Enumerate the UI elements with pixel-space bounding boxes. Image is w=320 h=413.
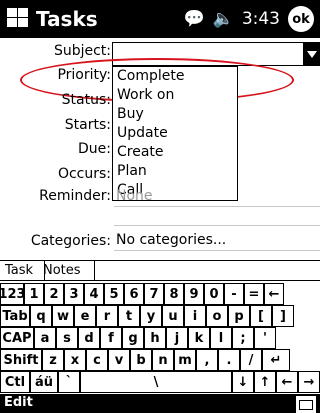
starts-label: Starts: <box>64 117 111 133</box>
key-,[interactable]: , <box>196 349 218 371</box>
key--[interactable]: - <box>224 283 244 305</box>
key-e[interactable]: e <box>74 305 96 327</box>
categories-divider <box>114 250 320 251</box>
edit-menu[interactable]: Edit <box>4 395 33 410</box>
subject-dropdown-button[interactable] <box>303 42 320 66</box>
key-y[interactable]: y <box>140 305 162 327</box>
key-r[interactable]: r <box>96 305 118 327</box>
key-`[interactable]: ` <box>58 371 80 393</box>
key-9[interactable]: 9 <box>184 283 204 305</box>
key-5[interactable]: 5 <box>104 283 124 305</box>
chevron-down-icon <box>306 50 317 58</box>
key-←[interactable]: ← <box>264 283 284 305</box>
key-↓[interactable]: ↓ <box>232 371 254 393</box>
tab-strip: Task Notes <box>0 260 320 282</box>
status-label: Status: <box>61 92 111 108</box>
key-j[interactable]: j <box>166 327 188 349</box>
key-i[interactable]: i <box>184 305 206 327</box>
key-o[interactable]: o <box>206 305 228 327</box>
key-123[interactable]: 123 <box>0 283 26 305</box>
chat-bubble-icon[interactable]: 💬 <box>183 9 204 29</box>
key-←[interactable]: ← <box>276 371 298 393</box>
reminder-label: Reminder: <box>39 188 111 204</box>
key-áü[interactable]: áü <box>30 371 58 393</box>
key-u[interactable]: u <box>162 305 184 327</box>
key-d[interactable]: d <box>78 327 100 349</box>
key-;[interactable]: ; <box>232 327 254 349</box>
task-form: Subject: Priority: Status: Starts: Due: … <box>0 38 320 266</box>
tab-notes[interactable]: Notes <box>38 261 95 281</box>
key-→[interactable]: → <box>298 371 320 393</box>
clock-time[interactable]: 3:43 <box>242 9 280 29</box>
key-s[interactable]: s <box>56 327 78 349</box>
status-area: 💬 🔈 3:43 ok <box>183 0 320 38</box>
occurs-label: Occurs: <box>57 166 111 182</box>
key-q[interactable]: q <box>30 305 52 327</box>
key-'[interactable]: ' <box>254 327 276 349</box>
subject-suggestion-list[interactable]: Complete Work on Buy Update Create Plan … <box>112 66 238 201</box>
key-h[interactable]: h <box>144 327 166 349</box>
key-][interactable]: ] <box>272 305 294 327</box>
key-7[interactable]: 7 <box>144 283 164 305</box>
key-a[interactable]: a <box>34 327 56 349</box>
key-Tab[interactable]: Tab <box>0 305 30 327</box>
windows-start-icon[interactable] <box>6 6 30 30</box>
key-w[interactable]: w <box>52 305 74 327</box>
suggestion-option[interactable]: Create <box>113 143 237 162</box>
priority-label: Priority: <box>57 67 111 83</box>
suggestion-option[interactable]: Buy <box>113 105 237 124</box>
title-bar: Tasks 💬 🔈 3:43 ok <box>0 0 320 38</box>
key-c[interactable]: c <box>86 349 108 371</box>
app-title: Tasks <box>36 7 98 31</box>
ok-button[interactable]: ok <box>288 6 314 32</box>
key-l[interactable]: l <box>210 327 232 349</box>
key-m[interactable]: m <box>174 349 196 371</box>
reminder-divider <box>114 206 320 207</box>
speaker-icon[interactable]: 🔈 <box>213 9 234 29</box>
key-0[interactable]: 0 <box>204 283 224 305</box>
suggestion-option[interactable]: Work on <box>113 86 237 105</box>
menu-bar: Edit <box>0 394 320 413</box>
key-n[interactable]: n <box>152 349 174 371</box>
key-3[interactable]: 3 <box>64 283 84 305</box>
key-4[interactable]: 4 <box>84 283 104 305</box>
categories-label: Categories: <box>30 233 111 249</box>
key-v[interactable]: v <box>108 349 130 371</box>
key-g[interactable]: g <box>122 327 144 349</box>
key-k[interactable]: k <box>188 327 210 349</box>
key-=[interactable]: = <box>244 283 264 305</box>
key-t[interactable]: t <box>118 305 140 327</box>
key-/[interactable]: / <box>240 349 262 371</box>
key-b[interactable]: b <box>130 349 152 371</box>
key-p[interactable]: p <box>228 305 250 327</box>
key-Shift[interactable]: Shift <box>0 349 42 371</box>
suggestion-option[interactable]: Update <box>113 124 237 143</box>
key-2[interactable]: 2 <box>44 283 64 305</box>
key-↵[interactable]: ↵ <box>262 349 290 371</box>
keyboard-icon[interactable] <box>296 396 316 413</box>
categories-value[interactable]: No categories... <box>116 232 226 248</box>
key-↑[interactable]: ↑ <box>254 371 276 393</box>
key-f[interactable]: f <box>100 327 122 349</box>
blank-divider <box>114 225 320 226</box>
key-CAP[interactable]: CAP <box>0 327 34 349</box>
due-label: Due: <box>78 141 111 157</box>
key-x[interactable]: x <box>64 349 86 371</box>
suggestion-option[interactable]: Complete <box>113 67 237 86</box>
reminder-value[interactable]: None <box>116 188 153 204</box>
key-1[interactable]: 1 <box>24 283 44 305</box>
key-Ctl[interactable]: Ctl <box>0 371 30 393</box>
key-8[interactable]: 8 <box>164 283 184 305</box>
key-6[interactable]: 6 <box>124 283 144 305</box>
key-z[interactable]: z <box>42 349 64 371</box>
key-.[interactable]: . <box>218 349 240 371</box>
key-[[interactable]: [ <box>250 305 272 327</box>
suggestion-option[interactable]: Plan <box>113 162 237 181</box>
key-\[interactable]: \ <box>80 371 232 393</box>
subject-label: Subject: <box>53 43 111 59</box>
soft-keyboard: 123 1 2 3 4 5 6 7 8 9 0- = ← Tab q w e r t y u i o p[] CAP a s d f g h… <box>0 280 320 395</box>
